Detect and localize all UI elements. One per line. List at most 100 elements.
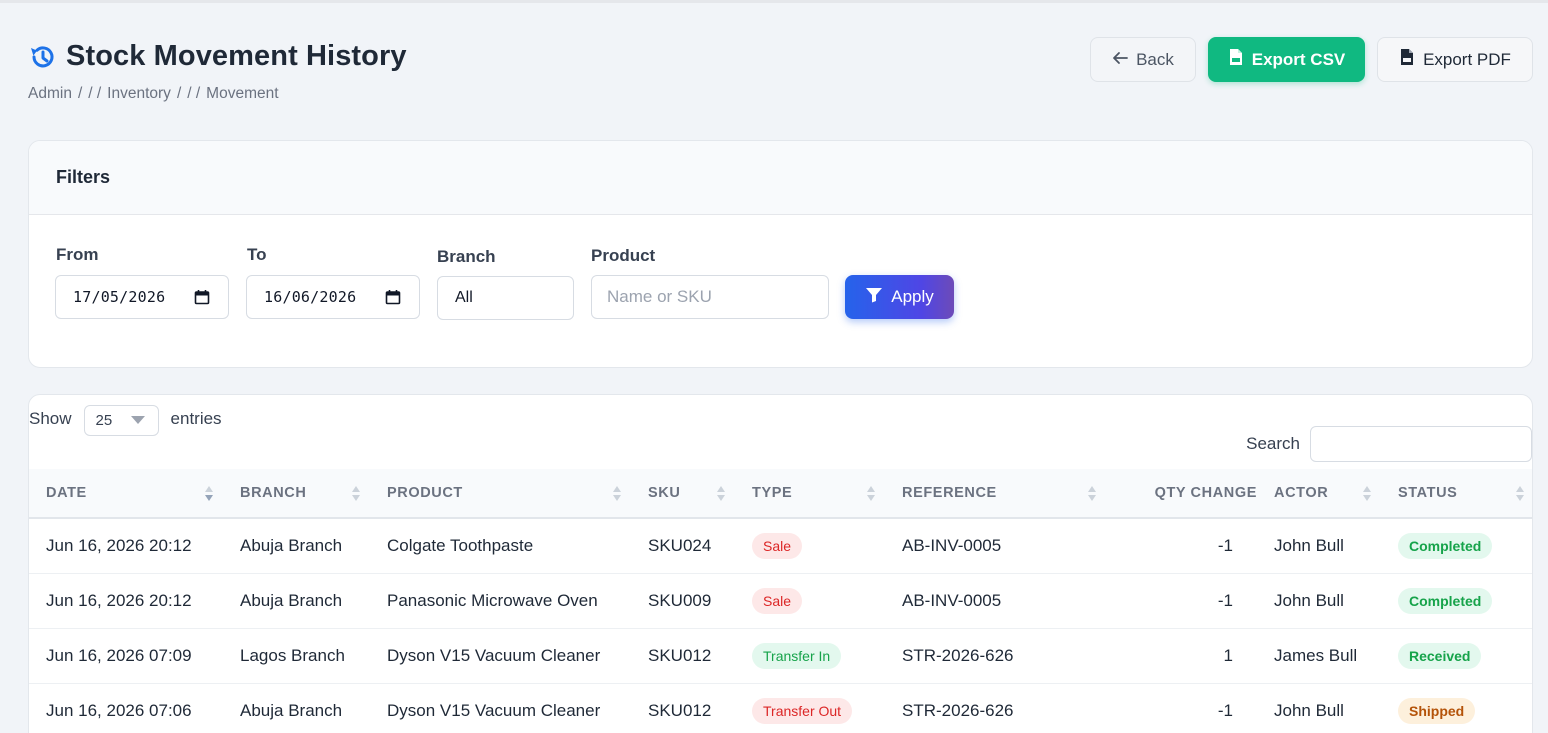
table-row[interactable]: Jun 16, 2026 20:12 Abuja Branch Panasoni… [29, 573, 1532, 628]
product-filter: Product [591, 246, 655, 266]
sort-icon [717, 486, 725, 502]
calendar-icon[interactable] [385, 289, 401, 305]
breadcrumb-separator: / [77, 85, 83, 102]
page-size-select[interactable]: 25 [83, 404, 159, 436]
table-row[interactable]: Jun 16, 2026 20:12 Abuja Branch Colgate … [29, 518, 1532, 573]
show-label: Show [29, 409, 72, 428]
column-header-qty-change[interactable]: QTY CHANGE [1106, 469, 1257, 518]
page-header: Stock Movement History Admin / / / Inven… [28, 40, 407, 103]
sort-icon [613, 486, 621, 502]
sort-icon [1363, 486, 1371, 502]
cell-qty-change: 1 [1223, 645, 1233, 665]
file-csv-icon [1228, 48, 1244, 71]
cell-branch: Lagos Branch [240, 645, 345, 665]
cell-status: Completed [1381, 573, 1532, 628]
to-date-value: 16/06/2026 [264, 288, 357, 306]
breadcrumb-separator: / / [187, 85, 201, 102]
column-header-type[interactable]: TYPE [735, 469, 885, 518]
arrow-left-icon [1112, 50, 1128, 70]
column-header-date[interactable]: DATE [29, 469, 223, 518]
cell-sku: SKU009 [648, 590, 712, 610]
cell-date: Jun 16, 2026 07:06 [46, 700, 192, 720]
breadcrumb-item-movement: Movement [206, 85, 279, 102]
type-badge: Sale [752, 587, 803, 614]
cell-branch: Abuja Branch [240, 700, 343, 720]
status-badge: Received [1398, 642, 1482, 669]
status-badge: Completed [1398, 532, 1493, 559]
export-pdf-button[interactable]: Export PDF [1377, 37, 1533, 82]
top-border [0, 0, 1548, 3]
cell-sku: SKU012 [648, 700, 712, 720]
type-badge: Sale [752, 532, 803, 559]
cell-branch: Abuja Branch [240, 590, 343, 610]
cell-date: Jun 16, 2026 20:12 [46, 535, 192, 555]
sort-icon [205, 486, 213, 502]
cell-actor: John Bull [1274, 590, 1344, 610]
column-header-branch[interactable]: BRANCH [223, 469, 370, 518]
breadcrumb-item-admin[interactable]: Admin [28, 85, 72, 103]
breadcrumb-item-inventory[interactable]: Inventory [107, 85, 171, 103]
cell-status: Completed [1381, 518, 1532, 573]
product-label: Product [591, 246, 656, 265]
history-icon [28, 43, 56, 71]
column-header-reference[interactable]: REFERENCE [885, 469, 1106, 518]
to-label: To [247, 245, 267, 264]
product-search-input[interactable]: Name or SKU [591, 275, 829, 319]
movement-table-card: Show 25 entries Search DATE BRANCH PRODU… [28, 394, 1533, 733]
export-pdf-label: Export PDF [1423, 49, 1511, 69]
branch-select[interactable]: All [437, 276, 574, 320]
export-csv-button[interactable]: Export CSV [1208, 37, 1365, 82]
cell-product: Dyson V15 Vacuum Cleaner [387, 700, 601, 720]
cell-product: Dyson V15 Vacuum Cleaner [387, 645, 601, 665]
cell-actor: James Bull [1274, 645, 1358, 665]
from-label: From [56, 245, 99, 264]
branch-select-value: All [455, 289, 473, 306]
cell-type: Transfer Out [735, 683, 885, 733]
branch-filter: Branch [437, 247, 496, 267]
cell-reference: STR-2026-626 [902, 700, 1014, 720]
table-row[interactable]: Jun 16, 2026 07:09 Lagos Branch Dyson V1… [29, 628, 1532, 683]
breadcrumb-separator: / / [88, 85, 102, 102]
cell-type: Sale [735, 573, 885, 628]
status-badge: Completed [1398, 587, 1493, 614]
table-row[interactable]: Jun 16, 2026 07:06 Abuja Branch Dyson V1… [29, 683, 1532, 733]
cell-product: Panasonic Microwave Oven [387, 590, 598, 610]
search-input[interactable] [1310, 426, 1532, 462]
title-row: Stock Movement History [28, 40, 407, 73]
cell-reference: AB-INV-0005 [902, 535, 1002, 555]
filters-card: Filters From 17/05/2026 To 16/06/2026 Br… [28, 140, 1533, 368]
sort-icon [352, 486, 360, 502]
sort-icon [867, 486, 875, 502]
branch-label: Branch [437, 247, 496, 266]
breadcrumb: Admin / / / Inventory / / / Movement [28, 85, 407, 103]
from-date-input[interactable]: 17/05/2026 [55, 275, 229, 319]
cell-date: Jun 16, 2026 20:12 [46, 590, 192, 610]
cell-sku: SKU024 [648, 535, 712, 555]
cell-branch: Abuja Branch [240, 535, 343, 555]
apply-filter-button[interactable]: Apply [845, 275, 954, 319]
entries-length-control: Show 25 entries [29, 395, 222, 436]
column-header-status[interactable]: STATUS [1381, 469, 1532, 518]
cell-type: Sale [735, 518, 885, 573]
cell-reference: STR-2026-626 [902, 645, 1014, 665]
entries-label: entries [170, 409, 222, 428]
calendar-icon[interactable] [194, 289, 210, 305]
product-search-placeholder: Name or SKU [607, 287, 712, 306]
breadcrumb-separator: / [176, 85, 182, 102]
column-header-sku[interactable]: SKU [631, 469, 735, 518]
page-size-value: 25 [95, 411, 113, 429]
back-button[interactable]: Back [1090, 37, 1196, 82]
page-title: Stock Movement History [66, 40, 407, 72]
sort-icon [1516, 486, 1524, 502]
cell-status: Shipped [1381, 683, 1532, 733]
to-date-input[interactable]: 16/06/2026 [246, 275, 420, 319]
file-pdf-icon [1399, 48, 1415, 71]
from-date-value: 17/05/2026 [73, 288, 166, 306]
status-badge: Shipped [1398, 697, 1476, 724]
column-header-product[interactable]: PRODUCT [370, 469, 631, 518]
table-search: Search [1246, 426, 1532, 462]
column-header-actor[interactable]: ACTOR [1257, 469, 1381, 518]
filters-title: Filters [56, 167, 111, 187]
back-button-label: Back [1136, 49, 1174, 69]
cell-date: Jun 16, 2026 07:09 [46, 645, 192, 665]
